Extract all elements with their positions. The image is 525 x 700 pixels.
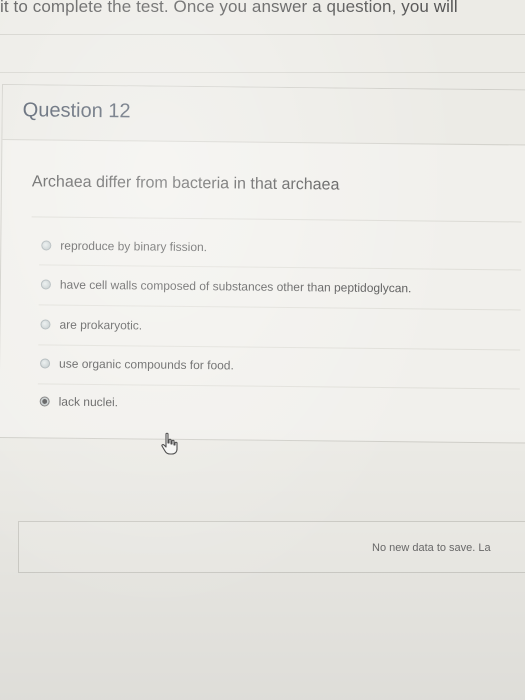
answer-option-label: lack nuclei. — [58, 394, 119, 410]
answer-option-label: reproduce by binary fission. — [60, 238, 208, 255]
answer-option-5[interactable]: lack nuclei. — [39, 384, 520, 423]
radio-button[interactable] — [41, 240, 52, 251]
answer-option-label: use organic compounds for food. — [59, 356, 234, 373]
divider — [31, 216, 522, 223]
hand-pointer-icon — [161, 432, 178, 455]
answer-option-4[interactable]: use organic compounds for food. — [40, 346, 520, 385]
radio-button[interactable] — [40, 279, 51, 290]
question-prompt: Archaea differ from bacteria in that arc… — [31, 173, 340, 194]
radio-button-selected[interactable] — [39, 396, 50, 407]
answer-option-1[interactable]: reproduce by binary fission. — [41, 228, 521, 267]
question-header: Question 12 — [2, 85, 525, 146]
save-status-bar: No new data to save. La — [18, 521, 525, 573]
test-instructions: it to complete the test. Once you answer… — [0, 0, 458, 16]
question-title: Question 12 — [22, 99, 131, 123]
answer-option-3[interactable]: are prokaryotic. — [40, 307, 520, 346]
answer-option-label: have cell walls composed of substances o… — [59, 277, 412, 296]
radio-button[interactable] — [40, 319, 51, 330]
question-card: Question 12 Archaea differ from bacteria… — [0, 84, 525, 444]
save-status-text: No new data to save. La — [372, 542, 491, 554]
answer-option-2[interactable]: have cell walls composed of substances o… — [40, 267, 521, 306]
divider — [0, 72, 525, 73]
divider — [0, 34, 525, 35]
radio-button[interactable] — [40, 358, 51, 369]
answer-option-label: are prokaryotic. — [59, 317, 143, 333]
